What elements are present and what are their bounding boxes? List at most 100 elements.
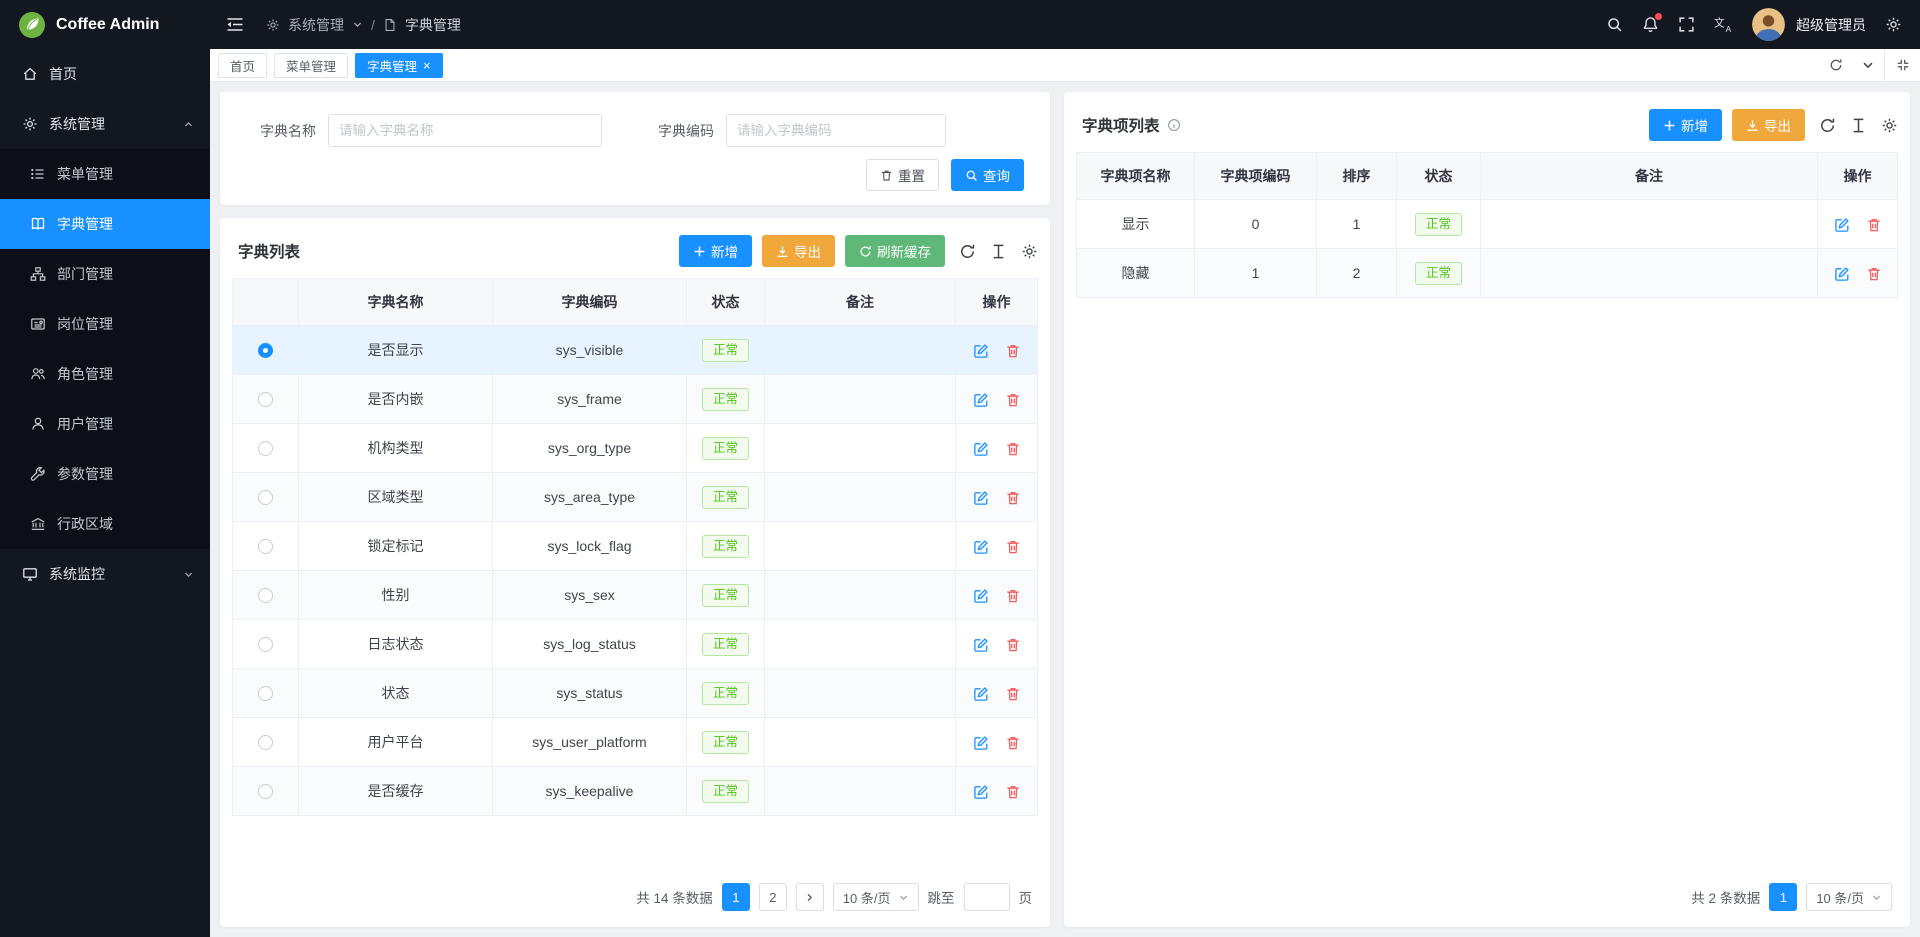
row-select-radio[interactable] [258,441,273,456]
tab-dict-mgmt[interactable]: 字典管理× [355,53,443,78]
reset-button[interactable]: 重置 [866,159,939,191]
refresh-cache-button[interactable]: 刷新缓存 [845,235,945,267]
exit-fullscreen-icon[interactable] [1884,49,1920,81]
edit-icon[interactable] [973,686,989,702]
delete-icon[interactable] [1005,686,1021,702]
row-select-radio[interactable] [258,686,273,701]
add-button[interactable]: 新增 [679,235,752,267]
jump-input[interactable] [964,883,1010,911]
row-select-radio[interactable] [258,392,273,407]
settings-icon[interactable] [1881,117,1898,134]
dict-table-row[interactable]: 状态sys_status正常 [233,669,1038,718]
sidebar-item-post-mgmt[interactable]: 岗位管理 [0,299,210,349]
page-button-1[interactable]: 1 [1769,883,1797,911]
page-size-select[interactable]: 10 条/页 [833,883,919,911]
translate-icon[interactable]: 文A [1714,16,1733,33]
download-icon [1746,119,1759,132]
sidebar-item-system[interactable]: 系统管理 [0,99,210,149]
delete-icon[interactable] [1005,392,1021,408]
page-size-select[interactable]: 10 条/页 [1806,883,1892,911]
delete-icon[interactable] [1005,343,1021,359]
sidebar-item-user-mgmt[interactable]: 用户管理 [0,399,210,449]
sidebar-item-dept-mgmt[interactable]: 部门管理 [0,249,210,299]
dict-table-row[interactable]: 锁定标记sys_lock_flag正常 [233,522,1038,571]
sidebar-item-region[interactable]: 行政区域 [0,499,210,549]
delete-icon[interactable] [1005,784,1021,800]
info-icon[interactable] [1167,118,1181,132]
row-select-radio[interactable] [258,539,273,554]
column-height-icon[interactable] [990,243,1007,260]
dict-table-row[interactable]: 用户平台sys_user_platform正常 [233,718,1038,767]
sidebar-item-param-mgmt[interactable]: 参数管理 [0,449,210,499]
edit-icon[interactable] [973,784,989,800]
edit-icon[interactable] [973,735,989,751]
edit-icon[interactable] [973,392,989,408]
query-button[interactable]: 查询 [951,159,1024,191]
export-button[interactable]: 导出 [762,235,835,267]
row-select-radio[interactable] [258,588,273,603]
edit-icon[interactable] [973,539,989,555]
next-page-button[interactable] [796,883,824,911]
add-button[interactable]: 新增 [1649,109,1722,141]
delete-icon[interactable] [1005,588,1021,604]
edit-icon[interactable] [1834,217,1850,233]
tab-close-icon[interactable]: × [423,59,431,72]
item-table-row[interactable]: 显示01正常 [1077,200,1898,249]
settings-icon[interactable] [1021,243,1038,260]
tab-home[interactable]: 首页 [218,53,267,78]
dict-name-input[interactable] [328,114,602,147]
dict-name-cell: 性别 [299,571,493,620]
delete-icon[interactable] [1005,441,1021,457]
status-badge: 正常 [702,437,749,460]
search-icon[interactable] [1606,16,1623,33]
row-select-radio[interactable] [258,735,273,750]
refresh-icon[interactable] [1819,117,1836,134]
page-button-2[interactable]: 2 [759,883,787,911]
dict-table-row[interactable]: 性别sys_sex正常 [233,571,1038,620]
delete-icon[interactable] [1866,266,1882,282]
sidebar-item-monitor[interactable]: 系统监控 [0,549,210,599]
dict-table-row[interactable]: 日志状态sys_log_status正常 [233,620,1038,669]
breadcrumb-level1[interactable]: 系统管理 [288,15,344,35]
page-button-1[interactable]: 1 [722,883,750,911]
delete-icon[interactable] [1866,217,1882,233]
edit-icon[interactable] [1834,266,1850,282]
export-button[interactable]: 导出 [1732,109,1805,141]
sidebar-item-home[interactable]: 首页 [0,49,210,99]
edit-icon[interactable] [973,343,989,359]
dict-table-row[interactable]: 区域类型sys_area_type正常 [233,473,1038,522]
edit-icon[interactable] [973,490,989,506]
edit-icon[interactable] [973,441,989,457]
gear-icon[interactable] [1885,16,1902,33]
refresh-icon[interactable] [1820,49,1852,81]
fullscreen-icon[interactable] [1678,16,1695,33]
delete-icon[interactable] [1005,637,1021,653]
sidebar-item-menu-mgmt[interactable]: 菜单管理 [0,149,210,199]
row-select-radio[interactable] [258,784,273,799]
refresh-icon[interactable] [959,243,976,260]
avatar[interactable] [1752,8,1785,41]
dict-table-row[interactable]: 是否缓存sys_keepalive正常 [233,767,1038,816]
edit-icon[interactable] [973,588,989,604]
delete-icon[interactable] [1005,735,1021,751]
dict-table-row[interactable]: 是否显示sys_visible正常 [233,326,1038,375]
dict-table-row[interactable]: 是否内嵌sys_frame正常 [233,375,1038,424]
row-select-radio[interactable] [258,637,273,652]
sidebar-item-dict-mgmt[interactable]: 字典管理 [0,199,210,249]
sidebar-item-role-mgmt[interactable]: 角色管理 [0,349,210,399]
dict-table-row[interactable]: 机构类型sys_org_type正常 [233,424,1038,473]
user-name[interactable]: 超级管理员 [1796,15,1866,35]
item-table-row[interactable]: 隐藏12正常 [1077,249,1898,298]
tab-menu-mgmt[interactable]: 菜单管理 [274,53,348,78]
row-select-radio[interactable] [258,490,273,505]
dict-code-input[interactable] [726,114,946,147]
bell-icon[interactable] [1642,16,1659,33]
status-badge: 正常 [702,486,749,509]
row-select-radio[interactable] [258,343,273,358]
delete-icon[interactable] [1005,539,1021,555]
column-height-icon[interactable] [1850,117,1867,134]
edit-icon[interactable] [973,637,989,653]
chevron-down-icon[interactable] [1852,49,1884,81]
menu-fold-icon[interactable] [226,16,244,33]
delete-icon[interactable] [1005,490,1021,506]
